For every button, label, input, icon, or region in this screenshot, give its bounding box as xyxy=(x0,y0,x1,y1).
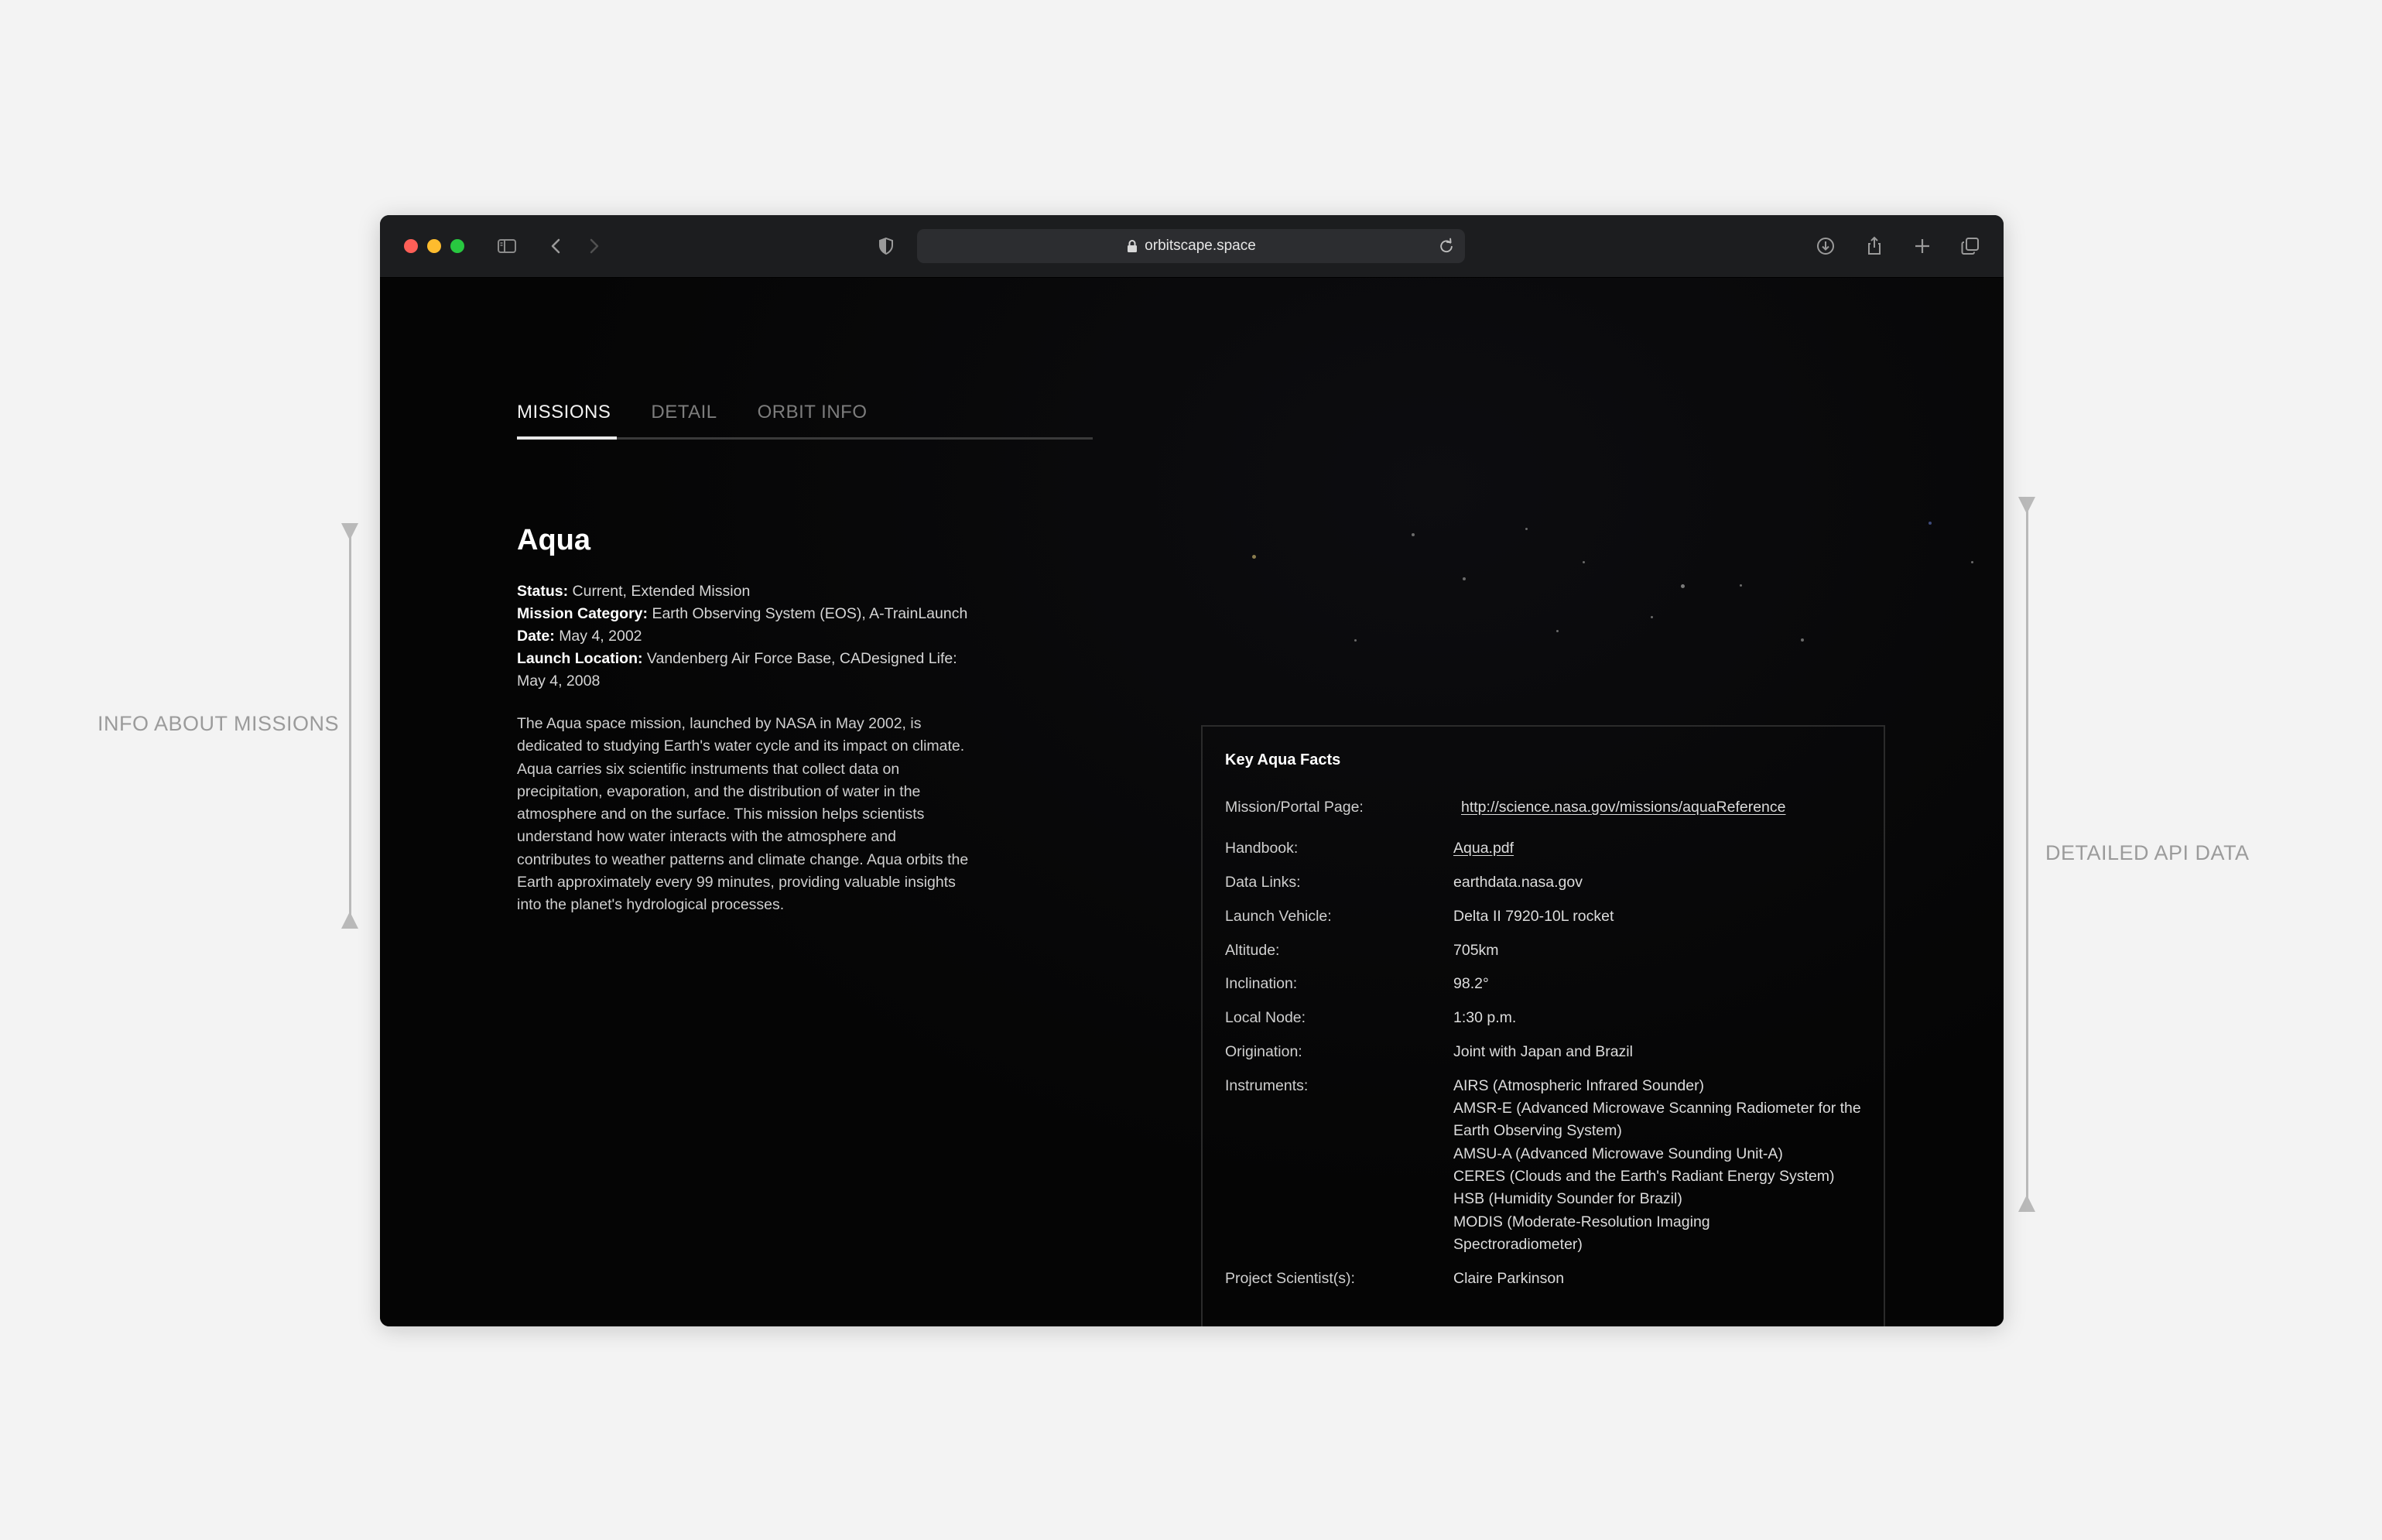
facts-title: Key Aqua Facts xyxy=(1225,751,1341,768)
handbook-link[interactable]: Aqua.pdf xyxy=(1453,840,1514,857)
tabs-overview-icon[interactable] xyxy=(1956,232,1984,260)
reload-icon[interactable] xyxy=(1436,235,1457,257)
page-viewport: MISSIONS DETAIL ORBIT INFO Aqua Status: … xyxy=(380,278,2004,1326)
facts-table: Mission/Portal Page: http://science.nasa… xyxy=(1225,796,1867,1302)
back-icon[interactable] xyxy=(542,232,570,260)
section-tabs: MISSIONS DETAIL ORBIT INFO xyxy=(517,402,1093,440)
fact-row-data-links: Data Links: earthdata.nasa.gov xyxy=(1225,871,1867,894)
star xyxy=(1801,638,1804,642)
fact-key: Inclination: xyxy=(1225,975,1298,993)
star xyxy=(1929,522,1932,525)
fact-key: Origination: xyxy=(1225,1043,1302,1061)
star xyxy=(1971,561,1973,563)
fact-row-altitude: Altitude: 705km xyxy=(1225,939,1867,962)
mission-meta: Status: Current, Extended Mission Missio… xyxy=(517,580,981,693)
browser-toolbar: orbitscape.space xyxy=(380,215,2004,278)
right-bracket xyxy=(2018,497,2035,1212)
new-tab-icon[interactable] xyxy=(1908,232,1936,260)
fact-row-local-node: Local Node: 1:30 p.m. xyxy=(1225,1007,1867,1029)
fact-row-portal: Mission/Portal Page: http://science.nasa… xyxy=(1225,796,1867,819)
star xyxy=(1740,584,1742,587)
fact-key: Mission/Portal Page: xyxy=(1225,799,1364,816)
star xyxy=(1583,561,1585,563)
mission-info: Aqua Status: Current, Extended Mission M… xyxy=(517,524,981,917)
fact-row-handbook: Handbook: Aqua.pdf xyxy=(1225,837,1867,860)
star xyxy=(1354,639,1357,642)
star xyxy=(1651,616,1653,618)
fact-value: 1:30 p.m. xyxy=(1453,1009,1517,1027)
fact-row-launch-vehicle: Launch Vehicle: Delta II 7920-10L rocket xyxy=(1225,905,1867,928)
star xyxy=(1463,577,1466,580)
instrument-item: HSB (Humidity Sounder for Brazil) xyxy=(1453,1190,1682,1208)
launch-location-label: Launch Location: xyxy=(517,650,643,667)
category-value: Earth Observing System (EOS), A-TrainLau… xyxy=(652,605,968,622)
key-facts-panel: Key Aqua Facts Mission/Portal Page: http… xyxy=(1201,725,1885,1326)
fact-key: Handbook: xyxy=(1225,840,1299,857)
left-bracket xyxy=(341,523,358,929)
tab-detail[interactable]: DETAIL xyxy=(651,402,717,437)
fact-key: Data Links: xyxy=(1225,874,1301,891)
portal-link[interactable]: http://science.nasa.gov/missions/aquaRef… xyxy=(1461,799,1786,816)
star xyxy=(1412,533,1415,536)
mission-description: The Aqua space mission, launched by NASA… xyxy=(517,715,969,914)
instrument-item: AIRS (Atmospheric Infrared Sounder) xyxy=(1453,1076,1705,1094)
fact-key: Altitude: xyxy=(1225,941,1280,959)
instrument-item: AMSR-E (Advanced Microwave Scanning Radi… xyxy=(1453,1100,1861,1140)
detailed-api-data-label: DETAILED API DATA xyxy=(2045,841,2250,864)
fact-value: Claire Parkinson xyxy=(1453,1269,1565,1287)
fact-value: Delta II 7920-10L rocket xyxy=(1453,907,1614,925)
fact-key: Local Node: xyxy=(1225,1009,1306,1027)
fact-key: Instruments: xyxy=(1225,1076,1309,1094)
fact-row-instruments: Instruments: AIRS (Atmospheric Infrared … xyxy=(1225,1075,1867,1256)
address-bar[interactable]: orbitscape.space xyxy=(917,229,1465,263)
fact-value: Joint with Japan and Brazil xyxy=(1453,1043,1633,1061)
fact-key: Launch Vehicle: xyxy=(1225,907,1332,925)
status-value: Current, Extended Mission xyxy=(572,583,751,600)
date-label: Date: xyxy=(517,628,555,645)
close-window-button[interactable] xyxy=(404,239,418,253)
date-value: May 4, 2002 xyxy=(559,628,642,645)
lock-icon xyxy=(1128,240,1138,252)
mission-title: Aqua xyxy=(517,524,590,556)
instruments-list: AIRS (Atmospheric Infrared Sounder) AMSR… xyxy=(1453,1075,1867,1256)
star xyxy=(1525,528,1528,530)
category-label: Mission Category: xyxy=(517,605,649,622)
star xyxy=(1556,630,1559,632)
fact-value: 98.2° xyxy=(1453,975,1489,993)
info-about-missions-label: INFO ABOUT MISSIONS xyxy=(98,712,340,735)
tab-missions[interactable]: MISSIONS xyxy=(517,402,618,440)
instrument-item: CERES (Clouds and the Earth's Radiant En… xyxy=(1453,1168,1835,1186)
download-icon[interactable] xyxy=(1812,232,1840,260)
star xyxy=(1252,555,1256,559)
forward-icon[interactable] xyxy=(580,232,607,260)
sidebar-icon[interactable] xyxy=(493,232,521,260)
instrument-item: AMSU-A (Advanced Microwave Sounding Unit… xyxy=(1453,1145,1783,1162)
fact-value: 705km xyxy=(1453,941,1499,959)
minimize-window-button[interactable] xyxy=(427,239,441,253)
zoom-window-button[interactable] xyxy=(450,239,464,253)
fact-row-inclination: Inclination: 98.2° xyxy=(1225,973,1867,995)
instrument-item: MODIS (Moderate-Resolution Imaging Spect… xyxy=(1453,1213,1710,1253)
url-text: orbitscape.space xyxy=(1145,238,1256,254)
browser-window: orbitscape.space MISSIONS DETAIL ORBIT I… xyxy=(380,215,2004,1326)
share-icon[interactable] xyxy=(1860,232,1888,260)
shield-icon[interactable] xyxy=(872,232,900,260)
fact-key: Project Scientist(s): xyxy=(1225,1269,1355,1287)
fact-row-origination: Origination: Joint with Japan and Brazil xyxy=(1225,1041,1867,1063)
status-label: Status: xyxy=(517,583,569,600)
star xyxy=(1681,584,1685,588)
fact-row-project-scientist: Project Scientist(s): Claire Parkinson xyxy=(1225,1268,1867,1290)
tab-orbit-info[interactable]: ORBIT INFO xyxy=(758,402,868,437)
fact-value: earthdata.nasa.gov xyxy=(1453,874,1583,891)
